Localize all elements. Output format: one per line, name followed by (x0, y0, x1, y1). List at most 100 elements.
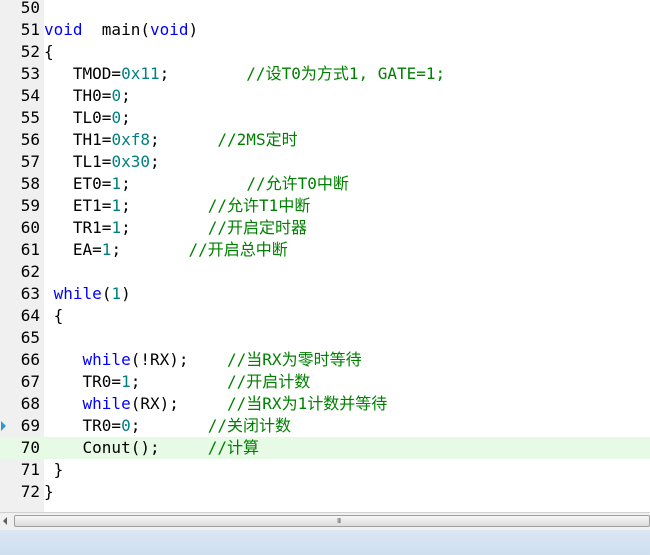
line-number: 55 (20, 108, 40, 127)
code-line[interactable]: 59 ET1=1; //允许T1中断 (0, 195, 650, 217)
line-number: 67 (20, 372, 40, 391)
number-token: 1 (111, 196, 122, 215)
comment-token: //开启定时器 (207, 218, 308, 237)
window-bottom-strip (0, 530, 650, 555)
code-token: ET1= (44, 196, 112, 215)
code-token: ; (159, 64, 247, 83)
code-token: Conut(); (44, 438, 208, 457)
line-number: 57 (20, 152, 40, 171)
line-number: 62 (20, 262, 40, 281)
code-token: ) (121, 284, 131, 303)
code-text: ET1=1; //允许T1中断 (44, 195, 310, 217)
keyword-token: void (44, 20, 83, 39)
number-token: 0xf8 (111, 130, 150, 149)
code-token: ) (188, 20, 199, 39)
number-token: 1 (111, 174, 122, 193)
number-token: 0x30 (111, 152, 150, 171)
line-number: 54 (20, 86, 40, 105)
code-token: main( (82, 20, 150, 39)
code-text: TL1=0x30; (44, 151, 160, 173)
code-line[interactable]: 62 (0, 261, 650, 283)
keyword-token: while (53, 284, 102, 303)
comment-token: //当RX为1计数并等待 (227, 394, 388, 413)
code-text: } (44, 481, 54, 503)
code-text: TR0=1; //开启计数 (44, 371, 311, 393)
code-text: TH0=0; (44, 85, 131, 107)
line-number: 59 (20, 196, 40, 215)
code-line[interactable]: 68 while(RX); //当RX为1计数并等待 (0, 393, 650, 415)
comment-token: //2MS定时 (217, 130, 298, 149)
code-line[interactable]: 60 TR1=1; //开启定时器 (0, 217, 650, 239)
code-line[interactable]: 61 EA=1; //开启总中断 (0, 239, 650, 261)
scrollbar-thumb[interactable]: III (14, 515, 650, 527)
code-text: TH1=0xf8; //2MS定时 (44, 129, 298, 151)
code-token: TMOD= (44, 64, 122, 83)
number-token: 0x11 (121, 64, 160, 83)
code-text: { (44, 305, 64, 327)
number-token: 0 (121, 416, 131, 435)
code-line[interactable]: 64 { (0, 305, 650, 327)
code-line[interactable]: 52{ (0, 41, 650, 63)
code-token: ; (121, 174, 247, 193)
grip-icon: III (337, 517, 341, 525)
arrow-left-icon[interactable] (3, 517, 7, 525)
code-line[interactable]: 54 TH0=0; (0, 85, 650, 107)
code-token: ET0= (44, 174, 112, 193)
code-line[interactable]: 55 TL0=0; (0, 107, 650, 129)
code-line[interactable]: 57 TL1=0x30; (0, 151, 650, 173)
line-number: 66 (20, 350, 40, 369)
code-text: while(RX); //当RX为1计数并等待 (44, 393, 388, 415)
code-text: TR0=0; //关闭计数 (44, 415, 292, 437)
code-text: } (44, 459, 64, 481)
comment-token: //设T0为方式1, GATE=1; (246, 64, 446, 83)
code-line[interactable]: 51 void main(void) (0, 19, 650, 41)
line-number: 50 (20, 0, 40, 17)
line-number: 65 (20, 328, 40, 347)
code-line[interactable]: 67 TR0=1; //开启计数 (0, 371, 650, 393)
code-line[interactable]: 58 ET0=1; //允许T0中断 (0, 173, 650, 195)
code-token: (RX); (130, 394, 228, 413)
line-number: 68 (20, 394, 40, 413)
line-number: 60 (20, 218, 40, 237)
code-token: } (44, 482, 54, 501)
keyword-token: while (82, 350, 131, 369)
line-number: 58 (20, 174, 40, 193)
code-editor[interactable]: 50 51 void main(void) 52{53 TMOD=0x11; //设T… (0, 0, 650, 512)
code-line[interactable]: 72} (0, 481, 650, 503)
code-token: TL1= (44, 152, 112, 171)
line-number: 64 (20, 306, 40, 325)
code-text: TR1=1; //开启定时器 (44, 217, 307, 239)
code-token: { (44, 306, 64, 325)
keyword-token: void (149, 20, 189, 39)
code-line[interactable]: 50 (0, 0, 650, 19)
code-text: TMOD=0x11; //设T0为方式1, GATE=1; (44, 63, 445, 85)
line-number: 72 (20, 482, 40, 501)
number-token: 1 (111, 284, 122, 303)
line-number: 52 (20, 42, 40, 61)
code-token: TR0= (44, 416, 122, 435)
line-number: 63 (20, 284, 40, 303)
line-number: 56 (20, 130, 40, 149)
code-token: ; (121, 108, 131, 127)
code-line[interactable]: 53 TMOD=0x11; //设T0为方式1, GATE=1; (0, 63, 650, 85)
code-line[interactable]: 56 TH1=0xf8; //2MS定时 (0, 129, 650, 151)
code-token: ; (130, 416, 208, 435)
code-line[interactable]: 66 while(!RX); //当RX为零时等待 (0, 349, 650, 371)
code-line[interactable]: 63 while(1) (0, 283, 650, 305)
code-token: EA= (44, 240, 102, 259)
code-line[interactable]: 69 TR0=0; //关闭计数 (0, 415, 650, 437)
code-token: ; (111, 240, 189, 259)
code-line[interactable]: 70 Conut(); //计算 (0, 437, 650, 459)
code-line[interactable]: 65 (0, 327, 650, 349)
number-token: 1 (121, 372, 131, 391)
code-text: Conut(); //计算 (44, 437, 260, 459)
code-token: ; (130, 372, 228, 391)
horizontal-scrollbar[interactable]: III (0, 512, 650, 530)
comment-token: //开启计数 (227, 372, 311, 391)
comment-token: //允许T1中断 (207, 196, 311, 215)
code-text: while(1) (44, 283, 131, 305)
code-token: (!RX); (130, 350, 228, 369)
code-line[interactable]: 71 } (0, 459, 650, 481)
